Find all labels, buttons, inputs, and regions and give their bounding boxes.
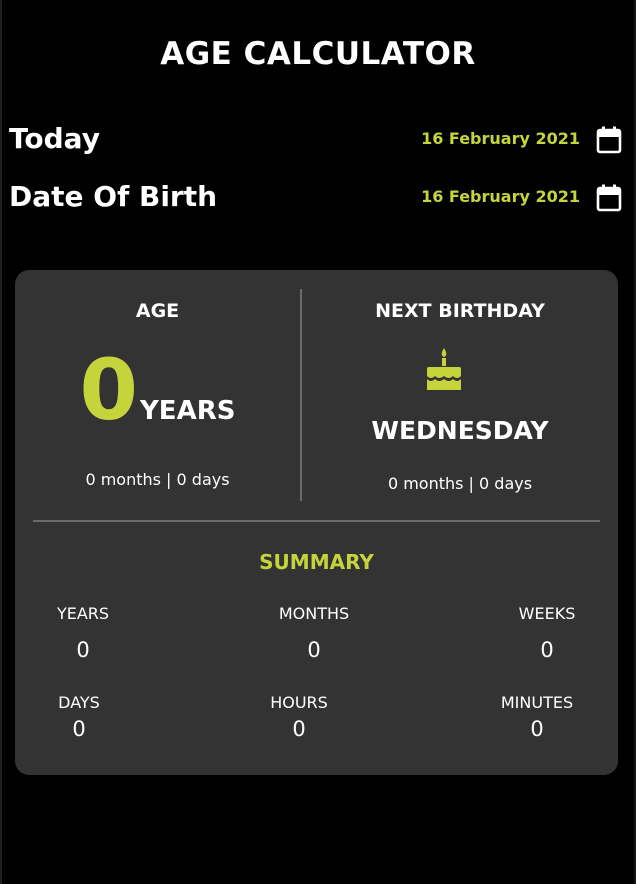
summary-months: MONTHS 0 — [254, 603, 374, 665]
today-date-value[interactable]: 16 February 2021 — [421, 119, 580, 159]
age-heading: AGE — [135, 300, 180, 322]
summary-weeks-label: WEEKS — [518, 604, 576, 623]
age-detail: 0 months | 0 days — [85, 470, 230, 489]
next-birthday-detail: 0 months | 0 days — [387, 474, 533, 493]
summary-days: DAYS 0 — [19, 692, 139, 744]
calendar-icon[interactable] — [596, 126, 622, 154]
calendar-icon[interactable] — [596, 184, 622, 212]
app-title: AGE CALCULATOR — [160, 36, 476, 72]
summary-weeks-value: 0 — [540, 638, 554, 662]
today-label: Today — [9, 122, 100, 155]
date-of-birth-row: Date Of Birth 16 February 2021 — [9, 177, 626, 217]
summary-years: YEARS 0 — [23, 603, 143, 665]
window-left-edge — [0, 0, 2, 884]
date-of-birth-label: Date Of Birth — [9, 180, 218, 213]
section-divider — [33, 520, 600, 522]
summary-hours-value: 0 — [292, 717, 306, 741]
summary-hours: HOURS 0 — [239, 692, 359, 744]
summary-weeks: WEEKS 0 — [487, 603, 607, 665]
summary-months-value: 0 — [307, 638, 321, 662]
date-of-birth-value[interactable]: 16 February 2021 — [421, 177, 580, 217]
result-card: AGE 0YEARS 0 months | 0 days NEXT BIRTHD… — [15, 270, 618, 775]
age-value: 0YEARS — [15, 348, 300, 432]
next-birthday-heading: NEXT BIRTHDAY — [375, 300, 545, 322]
summary-minutes: MINUTES 0 — [477, 692, 597, 744]
summary-years-label: YEARS — [56, 604, 110, 623]
summary-months-label: MONTHS — [278, 604, 350, 623]
summary-hours-label: HOURS — [270, 693, 328, 712]
birthday-cake-icon — [424, 346, 464, 396]
summary-minutes-value: 0 — [530, 717, 544, 741]
age-years-number: 0 — [79, 341, 138, 439]
summary-title: SUMMARY — [259, 550, 374, 574]
summary-years-value: 0 — [76, 638, 90, 662]
summary-minutes-label: MINUTES — [500, 693, 574, 712]
summary-days-value: 0 — [72, 717, 86, 741]
today-row: Today 16 February 2021 — [9, 119, 626, 159]
age-years-unit: YEARS — [139, 396, 236, 426]
next-birthday-weekday: WEDNESDAY — [371, 416, 549, 445]
summary-days-label: DAYS — [58, 693, 100, 712]
